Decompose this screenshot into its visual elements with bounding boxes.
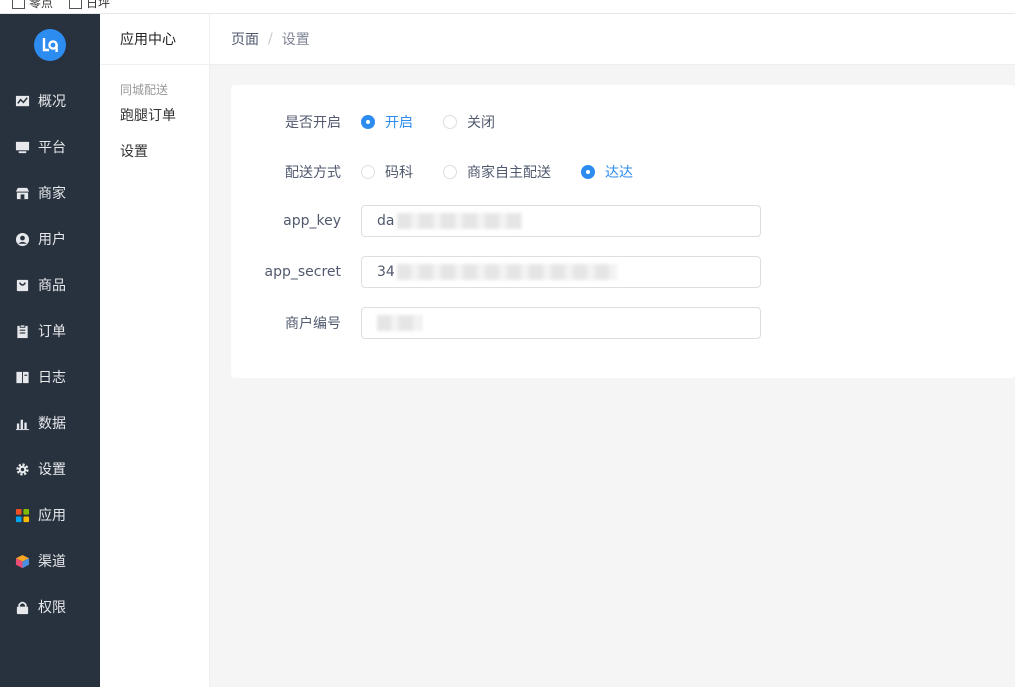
app-secret-value: 34 xyxy=(377,264,395,280)
radio-label: 达达 xyxy=(605,165,633,181)
sidebar-item-label: 商家 xyxy=(38,186,66,202)
sidebar-item-label: 用户 xyxy=(38,232,66,248)
subnav-group-title: 同城配送 xyxy=(120,83,169,97)
sidebar-nav: 概况 平台 商家 用户 商品 订单 日志 数据 设置 应用 渠道 权限 xyxy=(0,78,100,630)
radio-enable-on[interactable]: 开启 xyxy=(361,112,413,132)
app-key-row: app_key da xyxy=(231,205,761,237)
sidebar-item-label: 权限 xyxy=(38,600,66,616)
checkbox-option[interactable]: 日坪 xyxy=(69,0,110,11)
radio-dot[interactable] xyxy=(443,115,457,129)
checkbox-label: 零点 xyxy=(29,0,54,10)
checkbox-option[interactable]: 零点 xyxy=(12,0,53,11)
radio-label: 商家自主配送 xyxy=(467,165,551,181)
radio-dot[interactable] xyxy=(581,165,595,179)
secondary-sidebar: 应用中心 同城配送 跑腿订单 设置 xyxy=(100,14,210,687)
delivery-method-label: 配送方式 xyxy=(285,165,341,181)
sidebar-item-settings[interactable]: 设置 xyxy=(0,446,100,492)
sidebar-item-data[interactable]: 数据 xyxy=(0,400,100,446)
sidebar-item-goods[interactable]: 商品 xyxy=(0,262,100,308)
app-key-label: app_key xyxy=(283,213,341,229)
sidebar-item-user[interactable]: 用户 xyxy=(0,216,100,262)
lock-icon xyxy=(15,600,30,615)
app-logo[interactable] xyxy=(34,29,66,61)
cube-icon xyxy=(15,554,30,569)
radio-enable-off[interactable]: 关闭 xyxy=(443,112,495,132)
merchant-no-row: 商户编号 xyxy=(231,307,761,339)
delivery-method-row: 配送方式 码科 商家自主配送 达达 xyxy=(231,162,663,182)
breadcrumb-separator: / xyxy=(268,31,273,47)
app-secret-label: app_secret xyxy=(264,264,341,280)
sidebar-item-label: 概况 xyxy=(38,94,66,110)
radio-method-self-delivery[interactable]: 商家自主配送 xyxy=(443,162,551,182)
breadcrumb-item-page[interactable]: 页面 xyxy=(231,29,259,49)
bag-icon xyxy=(15,278,30,293)
subnav-item-settings[interactable]: 设置 xyxy=(100,134,209,170)
radio-label: 开启 xyxy=(385,115,413,131)
settings-form-card: 是否开启 开启 关闭 配送方式 码科 商家自主配送 达达 app_key da … xyxy=(231,85,1015,378)
sidebar-item-channel[interactable]: 渠道 xyxy=(0,538,100,584)
main-sidebar: 概况 平台 商家 用户 商品 订单 日志 数据 设置 应用 渠道 权限 xyxy=(0,14,100,687)
sidebar-item-apps[interactable]: 应用 xyxy=(0,492,100,538)
sidebar-item-label: 数据 xyxy=(38,416,66,432)
monitor-icon xyxy=(15,140,30,155)
app-key-value: da xyxy=(377,213,395,229)
app-secret-row: app_secret 34 xyxy=(231,256,761,288)
checkbox-label: 日坪 xyxy=(86,0,111,10)
redacted-blur xyxy=(397,264,617,280)
sidebar-item-platform[interactable]: 平台 xyxy=(0,124,100,170)
sidebar-item-merchant[interactable]: 商家 xyxy=(0,170,100,216)
radio-label: 码科 xyxy=(385,165,413,181)
book-icon xyxy=(15,370,30,385)
app-key-input[interactable]: da xyxy=(361,205,761,237)
top-checkbox-strip: 零点 日坪 xyxy=(0,0,1015,14)
radio-dot[interactable] xyxy=(361,165,375,179)
sidebar-item-label: 设置 xyxy=(38,462,66,478)
store-icon xyxy=(15,186,30,201)
breadcrumb-item-current: 设置 xyxy=(281,32,310,48)
sidebar-item-label: 平台 xyxy=(38,140,66,156)
checkbox-box[interactable] xyxy=(12,0,25,9)
merchant-no-label: 商户编号 xyxy=(285,316,341,332)
sidebar-item-permission[interactable]: 权限 xyxy=(0,584,100,630)
sidebar-item-label: 渠道 xyxy=(38,554,66,570)
enable-label: 是否开启 xyxy=(285,115,341,131)
gear-icon xyxy=(15,462,30,477)
logo-icon xyxy=(42,38,58,52)
subnav-title: 应用中心 xyxy=(100,14,209,65)
redacted-blur xyxy=(397,213,522,229)
bar-chart-icon xyxy=(15,416,30,431)
radio-method-make[interactable]: 码科 xyxy=(361,162,413,182)
checkbox-box[interactable] xyxy=(69,0,82,9)
apps-icon xyxy=(15,508,30,523)
clipboard-icon xyxy=(15,323,30,339)
redacted-blur xyxy=(377,315,422,331)
merchant-no-input[interactable] xyxy=(361,307,761,339)
breadcrumb: 页面 / 设置 xyxy=(210,14,1015,65)
radio-dot[interactable] xyxy=(443,165,457,179)
sidebar-item-log[interactable]: 日志 xyxy=(0,354,100,400)
subnav-item-errand-orders[interactable]: 跑腿订单 xyxy=(100,98,209,134)
radio-method-dada[interactable]: 达达 xyxy=(581,162,633,182)
user-icon xyxy=(15,232,30,247)
radio-label: 关闭 xyxy=(467,115,495,131)
enable-row: 是否开启 开启 关闭 xyxy=(231,112,525,132)
app-secret-input[interactable]: 34 xyxy=(361,256,761,288)
radio-dot[interactable] xyxy=(361,115,375,129)
sidebar-item-label: 日志 xyxy=(38,370,66,386)
sidebar-item-label: 订单 xyxy=(38,324,66,340)
chart-icon xyxy=(15,94,30,109)
sidebar-item-label: 商品 xyxy=(38,278,66,294)
sidebar-item-order[interactable]: 订单 xyxy=(0,308,100,354)
sidebar-item-overview[interactable]: 概况 xyxy=(0,78,100,124)
sidebar-item-label: 应用 xyxy=(38,508,66,524)
